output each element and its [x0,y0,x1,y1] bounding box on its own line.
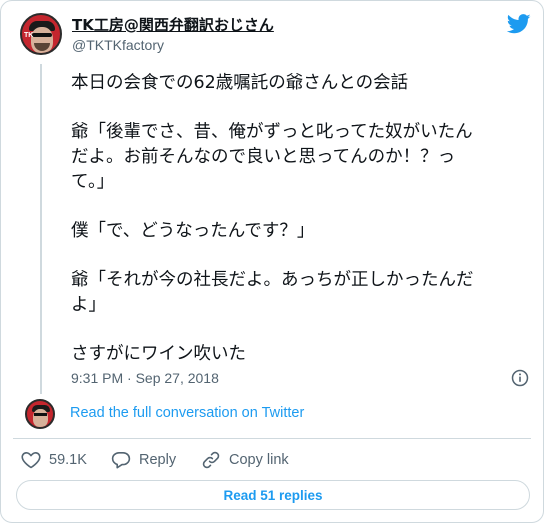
avatar-glasses [32,33,52,37]
tweet-text: 本日の会食での62歳嘱託の爺さんとの会話 爺「後輩でさ、昔、俺がずっと叱ってた奴… [71,71,533,367]
tweet-timestamp[interactable]: 9:31 PM · Sep 27, 2018 [71,370,219,386]
tweet-paragraph: 本日の会食での62歳嘱託の爺さんとの会話 [71,73,409,93]
author-avatar-small[interactable] [25,399,55,429]
speech-bubble-icon [111,452,131,469]
link-icon [202,451,220,469]
avatar-glasses [34,413,47,416]
like-count: 59.1K [49,452,87,468]
thread-line [40,64,42,394]
tweet-paragraph: さすがにワイン吹いた [71,344,246,364]
like-button[interactable]: 59.1K [21,449,87,471]
author-avatar[interactable]: TK [20,13,62,55]
tweet-paragraph: 爺「後輩でさ、昔、俺がずっと叱ってた奴がいたん だよ。お前そんなので良いと思って… [71,122,473,192]
avatar-face [33,409,48,427]
tweet-paragraph: 僕「で、どうなったんです？」 [71,221,315,241]
copy-link-label: Copy link [229,452,289,468]
twitter-bird-icon[interactable] [507,14,531,34]
heart-icon [21,452,41,469]
author-handle[interactable]: @TKTKfactory [72,37,164,53]
reply-label: Reply [139,452,177,468]
divider [13,438,531,439]
copy-link-button[interactable]: Copy link [201,449,289,471]
embedded-tweet-card: TK TK工房@関西弁翻訳おじさん @TKTKfactory 本日の会食での62… [0,0,544,523]
author-display-name[interactable]: TK工房@関西弁翻訳おじさん [72,14,274,35]
info-icon[interactable] [511,369,529,387]
avatar-letters: TK [24,32,34,39]
tweet-paragraph: 爺「それが今の社長だよ。あっちが正しかったんだ よ」 [71,270,474,315]
read-conversation-link[interactable]: Read the full conversation on Twitter [70,405,304,421]
read-replies-button[interactable]: Read 51 replies [16,480,530,510]
reply-button[interactable]: Reply [111,449,176,471]
